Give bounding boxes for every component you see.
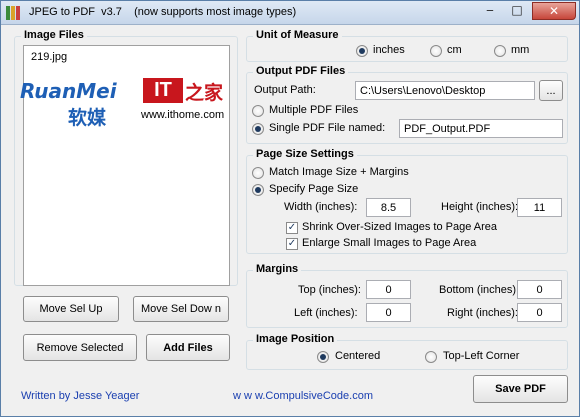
ithome-logo-badge: IT [143, 78, 183, 103]
enlarge-small-label[interactable]: Enlarge Small Images to Page Area [302, 237, 476, 249]
position-centered-radio[interactable] [317, 351, 329, 363]
position-centered-label[interactable]: Centered [335, 350, 380, 362]
author-link[interactable]: Written by Jesse Yeager [21, 390, 139, 402]
unit-inches-radio[interactable] [356, 45, 368, 57]
specify-page-size-label[interactable]: Specify Page Size [269, 183, 358, 195]
position-top-left-label[interactable]: Top-Left Corner [443, 350, 519, 362]
ruanmei-logo-cn: 软媒 [68, 108, 107, 129]
page-size-heading: Page Size Settings [253, 148, 357, 160]
title-bar[interactable]: JPEG to PDF v3.7 (now supports most imag… [1, 1, 579, 25]
ruanmei-logo-text: RuanMei [20, 79, 117, 103]
browse-button[interactable]: ... [539, 80, 563, 101]
minimize-button[interactable]: ‒ [477, 2, 503, 20]
position-heading: Image Position [253, 333, 338, 345]
margin-left-field[interactable]: 0 [366, 303, 411, 322]
shrink-oversized-checkbox[interactable]: ✓ [286, 222, 298, 234]
height-field[interactable]: 11 [517, 198, 562, 217]
maximize-button[interactable]: □ [504, 2, 530, 20]
height-label: Height (inches): [441, 201, 519, 213]
app-icon [6, 6, 20, 20]
add-files-button[interactable]: Add Files [146, 334, 230, 361]
output-path-field[interactable]: C:\Users\Lenovo\Desktop [355, 81, 535, 100]
margin-right-field[interactable]: 0 [517, 303, 562, 322]
ithome-logo-cn: 之家 [185, 83, 224, 104]
margin-top-field[interactable]: 0 [366, 280, 411, 299]
output-path-label: Output Path: [254, 84, 316, 96]
remove-selected-button[interactable]: Remove Selected [23, 334, 137, 361]
enlarge-small-checkbox[interactable]: ✓ [286, 238, 298, 250]
move-sel-up-button[interactable]: Move Sel Up [23, 296, 119, 322]
single-pdf-label[interactable]: Single PDF File named: [269, 122, 385, 134]
close-button[interactable]: ✕ [532, 2, 576, 20]
margin-bottom-label: Bottom (inches): [439, 284, 520, 296]
match-image-size-label[interactable]: Match Image Size + Margins [269, 166, 409, 178]
margin-top-label: Top (inches): [298, 284, 361, 296]
unit-heading: Unit of Measure [253, 29, 342, 41]
list-item[interactable]: 219.jpg [31, 51, 67, 63]
specify-page-size-radio[interactable] [252, 184, 264, 196]
unit-mm-radio[interactable] [494, 45, 506, 57]
watermark-logo: RuanMei 软媒 IT 之家 www.ithome.com [20, 68, 229, 138]
image-position-group: Image Position [246, 333, 568, 370]
margin-right-label: Right (inches): [447, 307, 518, 319]
shrink-oversized-label[interactable]: Shrink Over-Sized Images to Page Area [302, 221, 497, 233]
image-file-list[interactable]: 219.jpg RuanMei 软媒 IT 之家 www.ithome.com [20, 45, 230, 286]
image-files-heading: Image Files [21, 29, 87, 41]
unit-mm-label[interactable]: mm [511, 44, 529, 56]
multiple-pdf-radio[interactable] [252, 105, 264, 117]
single-pdf-name-field[interactable]: PDF_Output.PDF [399, 119, 563, 138]
save-pdf-button[interactable]: Save PDF [473, 375, 568, 403]
margins-heading: Margins [253, 263, 302, 275]
width-label: Width (inches): [284, 201, 358, 213]
multiple-pdf-label[interactable]: Multiple PDF Files [269, 104, 358, 116]
single-pdf-radio[interactable] [252, 123, 264, 135]
app-window: JPEG to PDF v3.7 (now supports most imag… [0, 0, 580, 417]
window-title: JPEG to PDF v3.7 (now supports most imag… [29, 6, 297, 18]
website-link[interactable]: w w w.CompulsiveCode.com [233, 390, 373, 402]
output-heading: Output PDF Files [253, 65, 349, 77]
unit-inches-label[interactable]: inches [373, 44, 405, 56]
margin-left-label: Left (inches): [294, 307, 358, 319]
width-field[interactable]: 8.5 [366, 198, 411, 217]
ithome-url: www.ithome.com [141, 109, 225, 121]
move-sel-down-button[interactable]: Move Sel Dow n [133, 296, 229, 322]
match-image-size-radio[interactable] [252, 167, 264, 179]
unit-cm-radio[interactable] [430, 45, 442, 57]
unit-cm-label[interactable]: cm [447, 44, 462, 56]
position-top-left-radio[interactable] [425, 351, 437, 363]
margin-bottom-field[interactable]: 0 [517, 280, 562, 299]
